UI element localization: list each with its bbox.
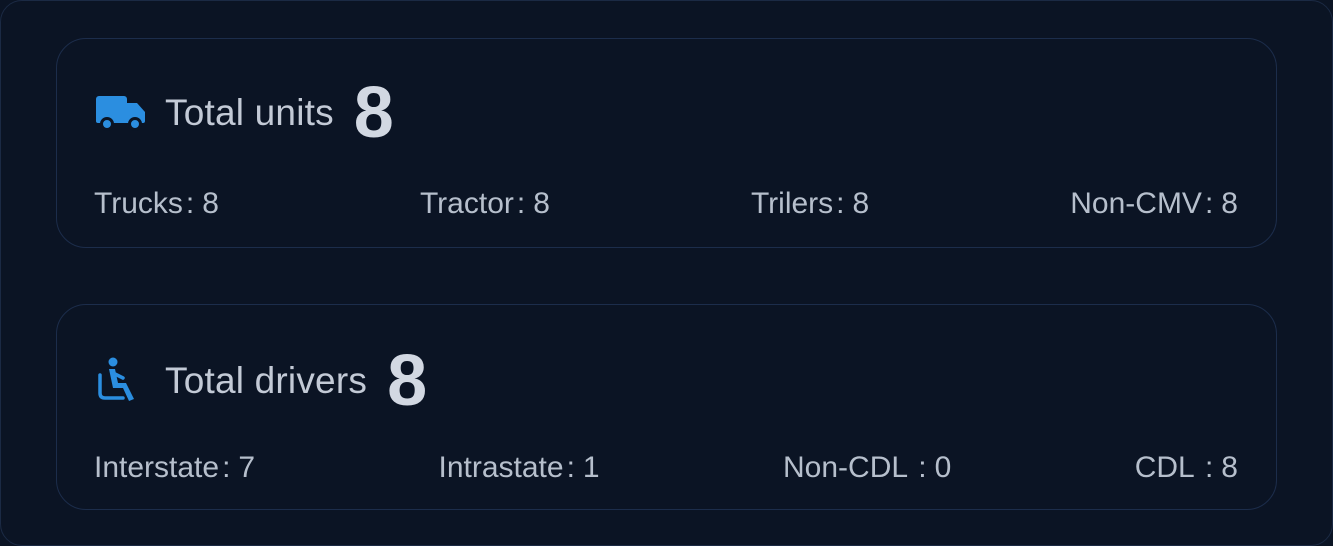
units-breakdown: Trucks:8 Tractor:8 Trilers:8 Non-CMV:8 [94, 187, 1238, 221]
total-units-label: Total units [165, 92, 334, 133]
stat-label: Tractor [419, 187, 514, 220]
stat-value: 0 [934, 451, 952, 484]
stat-non-cmv: Non-CMV:8 [1070, 187, 1238, 220]
total-units-value: 8 [353, 73, 394, 153]
stat-label: Trucks [94, 187, 183, 220]
stat-label: Interstate [94, 451, 220, 484]
stat-value: 7 [238, 451, 256, 484]
stat-interstate: Interstate:7 [94, 451, 256, 484]
stat-value: 8 [1221, 187, 1238, 220]
stat-label: Non-CMV [1070, 187, 1202, 220]
stat-intrastate: Intrastate:1 [438, 451, 600, 484]
stat-value: 8 [852, 187, 870, 220]
total-drivers-header: Total drivers 8 [95, 343, 427, 419]
stat-tractor: Tractor:8 [419, 187, 550, 220]
stat-non-cdl: Non-CDL :0 [783, 451, 952, 484]
summary-panel: Total units 8 Trucks:8 Tractor:8 Trilers… [0, 0, 1333, 546]
total-units-card: Total units 8 Trucks:8 Tractor:8 Trilers… [56, 38, 1277, 248]
stat-value: 8 [202, 187, 219, 220]
stat-value: 8 [1221, 451, 1238, 484]
stat-cdl: CDL :8 [1134, 451, 1238, 484]
stat-value: 1 [582, 451, 600, 484]
stat-label: Trilers [750, 187, 834, 220]
stat-label: Non-CDL [783, 451, 916, 484]
total-drivers-value: 8 [387, 341, 428, 421]
stat-value: 8 [533, 187, 550, 220]
total-units-header: Total units 8 [95, 75, 394, 151]
stat-label: Intrastate [438, 451, 564, 484]
total-drivers-card: Total drivers 8 Interstate:7 Intrastate:… [56, 304, 1277, 510]
stat-trucks: Trucks:8 [94, 187, 219, 220]
stat-trilers: Trilers:8 [750, 187, 870, 220]
stat-label: CDL [1134, 451, 1202, 484]
truck-icon [95, 87, 147, 139]
seated-driver-icon [95, 355, 147, 407]
drivers-breakdown: Interstate:7 Intrastate:1 Non-CDL :0 CDL… [94, 451, 1238, 485]
total-drivers-label: Total drivers [165, 360, 368, 401]
